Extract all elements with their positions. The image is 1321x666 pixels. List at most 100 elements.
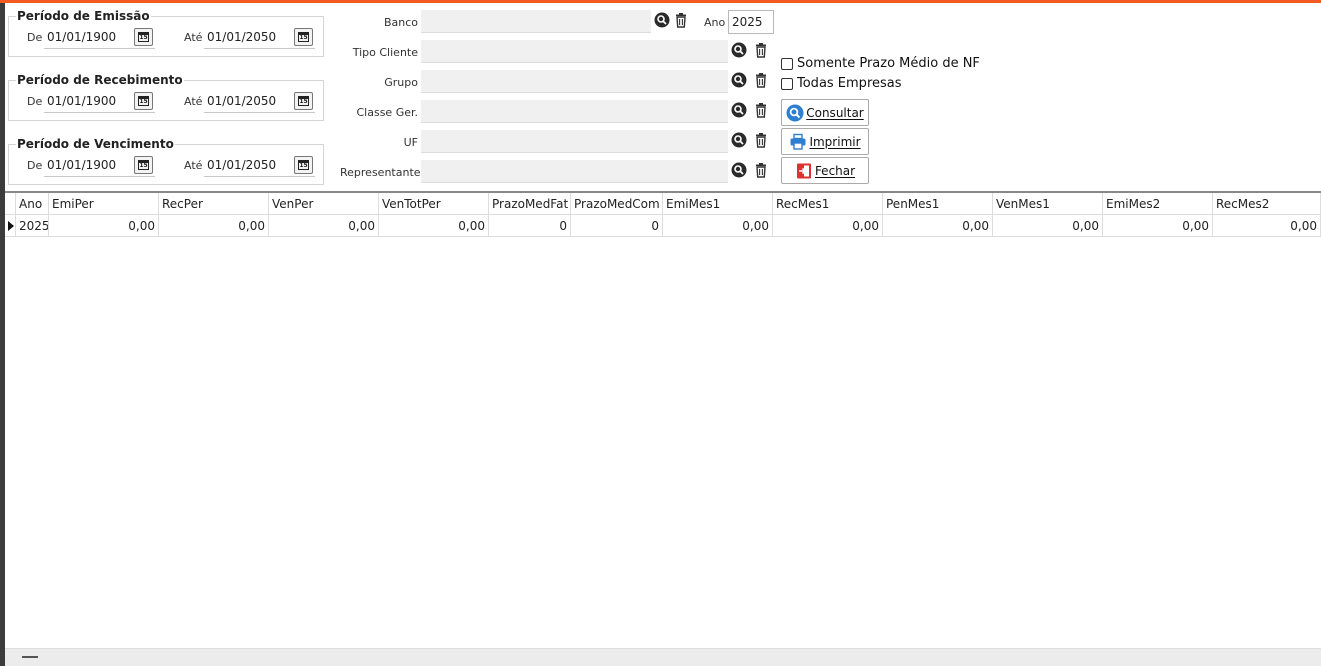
banco-field[interactable] bbox=[421, 10, 651, 33]
cell-prazomedcom[interactable]: 0 bbox=[571, 215, 663, 237]
grupo-field[interactable] bbox=[421, 70, 728, 93]
representante-label: Representante bbox=[340, 166, 421, 179]
group-title: Período de Emissão bbox=[16, 9, 151, 23]
calendar-icon: 15 bbox=[138, 160, 149, 170]
calendar-button[interactable]: 15 bbox=[134, 28, 153, 46]
recebimento-ate-date-field[interactable]: 01/01/2050 15 bbox=[204, 90, 315, 113]
trash-icon[interactable] bbox=[753, 72, 769, 88]
column-header[interactable]: EmiMes1 bbox=[663, 193, 773, 215]
cell-venper[interactable]: 0,00 bbox=[269, 215, 379, 237]
group-title: Período de Vencimento bbox=[16, 137, 175, 151]
search-icon[interactable] bbox=[731, 162, 747, 178]
calendar-button[interactable]: 15 bbox=[134, 92, 153, 110]
row-indicator-header bbox=[5, 193, 16, 215]
calendar-button[interactable]: 15 bbox=[294, 28, 313, 46]
calendar-icon: 15 bbox=[298, 96, 309, 106]
date-value: 01/01/1900 bbox=[47, 30, 117, 44]
fechar-button[interactable]: Fechar bbox=[781, 157, 869, 184]
date-value: 01/01/2050 bbox=[207, 30, 277, 44]
cell-recmes2[interactable]: 0,00 bbox=[1213, 215, 1321, 237]
column-header[interactable]: VenMes1 bbox=[993, 193, 1103, 215]
ano-input[interactable]: 2025 bbox=[728, 10, 774, 34]
checkbox-label: Todas Empresas bbox=[797, 76, 902, 91]
minimize-dash-icon bbox=[22, 656, 38, 658]
search-icon[interactable] bbox=[731, 132, 747, 148]
window-top-accent bbox=[0, 0, 1321, 3]
consultar-button[interactable]: Consultar bbox=[781, 99, 869, 126]
column-header[interactable]: VenPer bbox=[269, 193, 379, 215]
button-label: Fechar bbox=[814, 163, 856, 178]
recebimento-de-date-field[interactable]: 01/01/1900 15 bbox=[44, 90, 155, 113]
cell-emimes1[interactable]: 0,00 bbox=[663, 215, 773, 237]
cell-emiper[interactable]: 0,00 bbox=[49, 215, 159, 237]
cell-recper[interactable]: 0,00 bbox=[159, 215, 269, 237]
todas-empresas-checkbox[interactable]: Todas Empresas bbox=[781, 76, 902, 91]
cell-venmes1[interactable]: 0,00 bbox=[993, 215, 1103, 237]
column-header[interactable]: EmiMes2 bbox=[1103, 193, 1213, 215]
column-header[interactable]: RecMes2 bbox=[1213, 193, 1321, 215]
uf-field[interactable] bbox=[421, 130, 728, 153]
checkbox-box[interactable] bbox=[781, 77, 793, 90]
search-icon[interactable] bbox=[731, 72, 747, 88]
uf-label: UF bbox=[403, 136, 418, 149]
de-label: De bbox=[27, 95, 43, 108]
cell-emimes2[interactable]: 0,00 bbox=[1103, 215, 1213, 237]
column-header[interactable]: RecPer bbox=[159, 193, 269, 215]
vencimento-de-date-field[interactable]: 01/01/1900 15 bbox=[44, 154, 155, 177]
results-grid[interactable]: Ano EmiPer RecPer VenPer VenTotPer Prazo… bbox=[5, 191, 1321, 648]
button-label: Imprimir bbox=[809, 134, 861, 149]
search-icon[interactable] bbox=[731, 102, 747, 118]
tipo-cliente-field[interactable] bbox=[421, 40, 728, 63]
column-header[interactable]: PenMes1 bbox=[883, 193, 993, 215]
classe-ger-field[interactable] bbox=[421, 100, 728, 123]
cell-ano[interactable]: 2025 bbox=[16, 215, 49, 237]
trash-icon[interactable] bbox=[673, 12, 689, 28]
emissao-de-date-field[interactable]: 01/01/1900 15 bbox=[44, 26, 155, 49]
cell-penmes1[interactable]: 0,00 bbox=[883, 215, 993, 237]
calendar-icon: 15 bbox=[298, 32, 309, 42]
trash-icon[interactable] bbox=[753, 42, 769, 58]
ate-label: Até bbox=[184, 95, 203, 108]
status-bar bbox=[5, 648, 1321, 666]
somente-prazo-checkbox[interactable]: Somente Prazo Médio de NF bbox=[781, 56, 980, 71]
cell-prazomedfat[interactable]: 0 bbox=[489, 215, 571, 237]
trash-icon[interactable] bbox=[753, 102, 769, 118]
grupo-label: Grupo bbox=[384, 76, 418, 89]
column-header[interactable]: EmiPer bbox=[49, 193, 159, 215]
trash-icon[interactable] bbox=[753, 162, 769, 178]
tipo-cliente-label: Tipo Cliente bbox=[352, 46, 418, 59]
checkbox-box[interactable] bbox=[781, 57, 793, 70]
button-label: Consultar bbox=[806, 105, 864, 120]
printer-icon bbox=[790, 133, 806, 150]
representante-field[interactable] bbox=[421, 160, 728, 183]
calendar-icon: 15 bbox=[138, 32, 149, 42]
calendar-button[interactable]: 15 bbox=[134, 156, 153, 174]
group-title: Período de Recebimento bbox=[16, 73, 184, 87]
column-header[interactable]: PrazoMedFat bbox=[489, 193, 571, 215]
column-header[interactable]: PrazoMedCom bbox=[571, 193, 663, 215]
grid-header-row: Ano EmiPer RecPer VenPer VenTotPer Prazo… bbox=[5, 193, 1321, 215]
checkbox-label: Somente Prazo Médio de NF bbox=[797, 56, 980, 71]
ano-value: 2025 bbox=[732, 15, 763, 29]
ano-label: Ano bbox=[704, 16, 726, 29]
column-header[interactable]: RecMes1 bbox=[773, 193, 883, 215]
calendar-button[interactable]: 15 bbox=[294, 92, 313, 110]
classe-ger-label: Classe Ger. bbox=[356, 106, 418, 119]
search-icon[interactable] bbox=[731, 42, 747, 58]
imprimir-button[interactable]: Imprimir bbox=[781, 128, 869, 155]
de-label: De bbox=[27, 159, 43, 172]
search-icon[interactable] bbox=[654, 12, 670, 28]
column-header[interactable]: VenTotPer bbox=[379, 193, 489, 215]
cell-ventotper[interactable]: 0,00 bbox=[379, 215, 489, 237]
emissao-ate-date-field[interactable]: 01/01/2050 15 bbox=[204, 26, 315, 49]
trash-icon[interactable] bbox=[753, 132, 769, 148]
calendar-button[interactable]: 15 bbox=[294, 156, 313, 174]
row-indicator bbox=[5, 215, 16, 237]
column-header[interactable]: Ano bbox=[16, 193, 49, 215]
table-row[interactable]: 2025 0,00 0,00 0,00 0,00 0 0 0,00 0,00 0… bbox=[5, 215, 1321, 237]
vencimento-ate-date-field[interactable]: 01/01/2050 15 bbox=[204, 154, 315, 177]
date-value: 01/01/2050 bbox=[207, 158, 277, 172]
date-value: 01/01/2050 bbox=[207, 94, 277, 108]
ate-label: Até bbox=[184, 159, 203, 172]
cell-recmes1[interactable]: 0,00 bbox=[773, 215, 883, 237]
